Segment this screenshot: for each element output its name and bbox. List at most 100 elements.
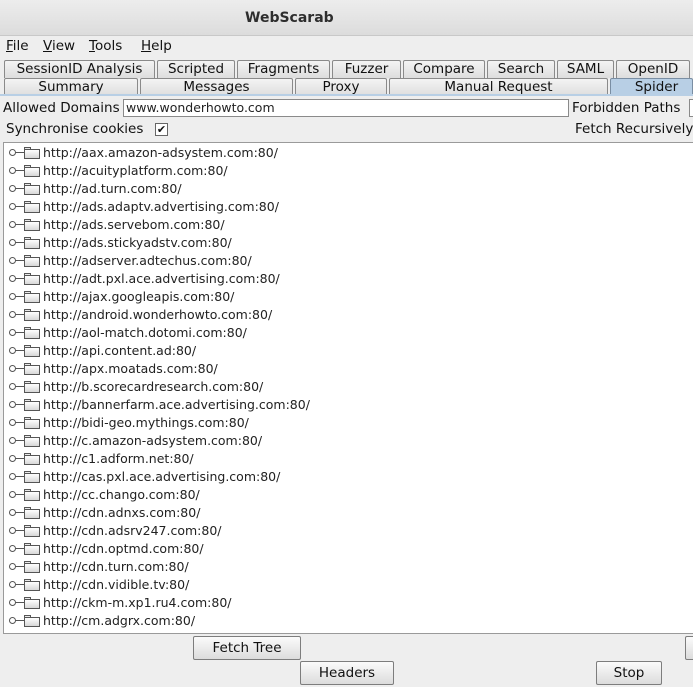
expand-handle-icon[interactable] (9, 328, 24, 338)
expand-handle-icon[interactable] (9, 148, 24, 158)
tree-row[interactable]: http://ads.servebom.com:80/ (4, 216, 693, 234)
tree-row[interactable]: http://cm.adgrx.com:80/ (4, 612, 693, 630)
tree-row[interactable]: http://cc.chango.com:80/ (4, 486, 693, 504)
folder-icon (24, 615, 40, 627)
tree-row[interactable]: http://c.amazon-adsystem.com:80/ (4, 432, 693, 450)
tab-scripted[interactable]: Scripted (157, 60, 235, 78)
expand-handle-icon[interactable] (9, 598, 24, 608)
tree-row[interactable]: http://ads.adaptv.advertising.com:80/ (4, 198, 693, 216)
partial-button[interactable] (685, 636, 693, 660)
tab-saml[interactable]: SAML (557, 60, 614, 78)
window-title: WebScarab (245, 10, 334, 26)
expand-handle-icon[interactable] (9, 184, 24, 194)
expand-handle-icon[interactable] (9, 454, 24, 464)
tree-row[interactable]: http://adt.pxl.ace.advertising.com:80/ (4, 270, 693, 288)
expand-handle-icon[interactable] (9, 346, 24, 356)
tab-fuzzer[interactable]: Fuzzer (332, 60, 401, 78)
tree-row-label: http://adt.pxl.ace.advertising.com:80/ (43, 271, 280, 286)
tree-row[interactable]: http://ads.stickyadstv.com:80/ (4, 234, 693, 252)
tab-openid[interactable]: OpenID (616, 60, 690, 78)
tree-row[interactable]: http://acuityplatform.com:80/ (4, 162, 693, 180)
menu-help[interactable]: Help (141, 38, 172, 54)
headers-button[interactable]: Headers (300, 661, 394, 685)
menu-mnemonic: V (43, 38, 52, 54)
menu-tools[interactable]: Tools (89, 38, 122, 54)
expand-handle-icon[interactable] (9, 220, 24, 230)
sync-cookies-checkbox[interactable]: ✔ (155, 123, 168, 136)
tree-row-label: http://acuityplatform.com:80/ (43, 163, 228, 178)
expand-handle-icon[interactable] (9, 256, 24, 266)
fetch-recursively-label: Fetch Recursively (575, 121, 693, 137)
folder-icon (24, 237, 40, 249)
tree-row[interactable]: http://apx.moatads.com:80/ (4, 360, 693, 378)
tree-row-label: http://cdn.turn.com:80/ (43, 559, 189, 574)
expand-handle-icon[interactable] (9, 364, 24, 374)
tree-row-label: http://b.scorecardresearch.com:80/ (43, 379, 264, 394)
tree-row-label: http://aax.amazon-adsystem.com:80/ (43, 145, 278, 160)
tree-row[interactable]: http://cdn.turn.com:80/ (4, 558, 693, 576)
tree-row[interactable]: http://ad.turn.com:80/ (4, 180, 693, 198)
expand-handle-icon[interactable] (9, 310, 24, 320)
expand-handle-icon[interactable] (9, 166, 24, 176)
folder-icon (24, 579, 40, 591)
tree-row-label: http://ads.servebom.com:80/ (43, 217, 225, 232)
forbidden-paths-input[interactable] (689, 99, 693, 117)
tree-row[interactable]: http://android.wonderhowto.com:80/ (4, 306, 693, 324)
expand-handle-icon[interactable] (9, 580, 24, 590)
folder-icon (24, 345, 40, 357)
forbidden-paths-label: Forbidden Paths (572, 100, 681, 116)
tree-row-label: http://cm.g.doubleclick.net:80/ (43, 631, 236, 633)
expand-handle-icon[interactable] (9, 544, 24, 554)
tree-row[interactable]: http://bidi-geo.mythings.com:80/ (4, 414, 693, 432)
tab-separator (0, 94, 693, 96)
tree-row[interactable]: http://api.content.ad:80/ (4, 342, 693, 360)
tree-row-label: http://aol-match.dotomi.com:80/ (43, 325, 247, 340)
tree-row[interactable]: http://aax.amazon-adsystem.com:80/ (4, 144, 693, 162)
tree-row[interactable]: http://cdn.adnxs.com:80/ (4, 504, 693, 522)
allowed-domains-input[interactable]: www.wonderhowto.com (123, 99, 569, 117)
expand-handle-icon[interactable] (9, 562, 24, 572)
menu-file[interactable]: File (6, 38, 29, 54)
folder-icon (24, 183, 40, 195)
expand-handle-icon[interactable] (9, 382, 24, 392)
stop-button[interactable]: Stop (596, 661, 662, 685)
menu-view[interactable]: View (43, 38, 75, 54)
site-tree[interactable]: http://aax.amazon-adsystem.com:80/http:/… (3, 142, 693, 634)
tree-row-label: http://bannerfarm.ace.advertising.com:80… (43, 397, 310, 412)
tree-row-label: http://api.content.ad:80/ (43, 343, 197, 358)
expand-handle-icon[interactable] (9, 418, 24, 428)
tab-fragments[interactable]: Fragments (237, 60, 330, 78)
tree-row[interactable]: http://cdn.adsrv247.com:80/ (4, 522, 693, 540)
expand-handle-icon[interactable] (9, 238, 24, 248)
expand-handle-icon[interactable] (9, 472, 24, 482)
fetch-tree-button[interactable]: Fetch Tree (193, 636, 301, 660)
tab-sessionid-analysis[interactable]: SessionID Analysis (4, 60, 155, 78)
expand-handle-icon[interactable] (9, 490, 24, 500)
expand-handle-icon[interactable] (9, 400, 24, 410)
expand-handle-icon[interactable] (9, 202, 24, 212)
tree-row[interactable]: http://cas.pxl.ace.advertising.com:80/ (4, 468, 693, 486)
expand-handle-icon[interactable] (9, 508, 24, 518)
tree-row[interactable]: http://bannerfarm.ace.advertising.com:80… (4, 396, 693, 414)
tree-row[interactable]: http://aol-match.dotomi.com:80/ (4, 324, 693, 342)
tree-row[interactable]: http://cdn.optmd.com:80/ (4, 540, 693, 558)
tree-row[interactable]: http://c1.adform.net:80/ (4, 450, 693, 468)
tab-compare[interactable]: Compare (403, 60, 485, 78)
expand-handle-icon[interactable] (9, 526, 24, 536)
tree-row[interactable]: http://ckm-m.xp1.ru4.com:80/ (4, 594, 693, 612)
folder-icon (24, 597, 40, 609)
expand-handle-icon[interactable] (9, 292, 24, 302)
expand-handle-icon[interactable] (9, 436, 24, 446)
tab-search[interactable]: Search (487, 60, 555, 78)
folder-icon (24, 327, 40, 339)
tree-row[interactable]: http://b.scorecardresearch.com:80/ (4, 378, 693, 396)
tree-row[interactable]: http://cm.g.doubleclick.net:80/ (4, 630, 693, 633)
tree-row[interactable]: http://adserver.adtechus.com:80/ (4, 252, 693, 270)
expand-handle-icon[interactable] (9, 616, 24, 626)
tree-row-label: http://ads.adaptv.advertising.com:80/ (43, 199, 279, 214)
tree-row-label: http://cdn.optmd.com:80/ (43, 541, 204, 556)
tree-row[interactable]: http://ajax.googleapis.com:80/ (4, 288, 693, 306)
tree-row-label: http://ajax.googleapis.com:80/ (43, 289, 235, 304)
expand-handle-icon[interactable] (9, 274, 24, 284)
tree-row[interactable]: http://cdn.vidible.tv:80/ (4, 576, 693, 594)
